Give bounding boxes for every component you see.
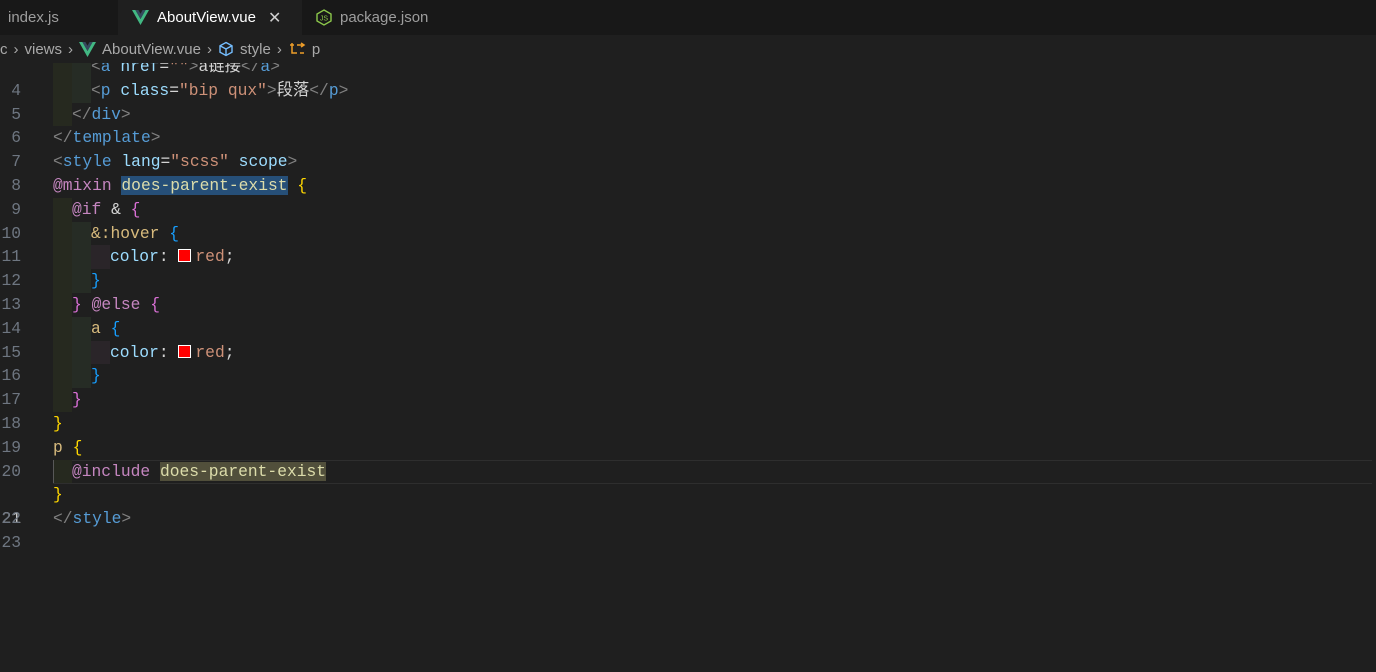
- code-text: }: [53, 414, 63, 433]
- code-line-14: 14 } @else {: [1, 293, 160, 338]
- code-line-16: 16 color: red;: [1, 340, 235, 386]
- code-text: </div>: [72, 104, 131, 124]
- color-swatch[interactable]: [178, 249, 192, 263]
- tab-label: AboutView.vue: [157, 9, 256, 26]
- symbol-selector-icon: [288, 41, 306, 57]
- code-line-4: 4 <a href="">a链接</a>: [0, 63, 1376, 100]
- code-line-5: 5 <p class="bip qux">段落</p>: [11, 78, 349, 124]
- breadcrumb: c › views › AboutView.vue › style › p: [0, 35, 1376, 63]
- code-text: <style lang="scss" scope>: [53, 152, 298, 172]
- code-text: }: [72, 390, 82, 410]
- code-line-21-current: 21 @include does-parent-exist: [0, 459, 1376, 528]
- tab-package-json[interactable]: JS package.json: [302, 0, 444, 35]
- code-line-9: 9 @mixin does-parent-exist {: [11, 176, 308, 219]
- code-line-10: 10 @if & {: [1, 197, 141, 243]
- code-text: <p class="bip qux">段落</p>: [91, 80, 349, 100]
- tab-label: index.js: [8, 9, 59, 26]
- code-line-20: 20 p {: [1, 437, 83, 481]
- chevron-right-icon: ›: [206, 40, 212, 58]
- code-line-18: 18 }: [1, 388, 82, 433]
- code-line-6: 6 </div>: [11, 102, 131, 148]
- breadcrumb-item-file[interactable]: AboutView.vue: [79, 41, 201, 58]
- code-text: } @else {: [72, 295, 160, 314]
- code-line-17: 17 }: [1, 364, 101, 410]
- code-text: }: [91, 271, 101, 291]
- close-icon[interactable]: ✕: [268, 8, 281, 28]
- code-text: p {: [53, 437, 83, 457]
- code-text: }: [53, 485, 63, 505]
- tab-bar: index.js AboutView.vue ✕ JS package.json: [0, 0, 1376, 35]
- code-editor[interactable]: 4 <a href="">a链接</a> 5 <p class="bip qux…: [0, 63, 1376, 672]
- code-text: </style>: [53, 509, 132, 529]
- code-line-22: 22 }: [1, 485, 63, 529]
- code-text: a {: [91, 318, 121, 338]
- tab-aboutview-vue[interactable]: AboutView.vue ✕: [118, 0, 302, 35]
- breadcrumb-item-src[interactable]: c: [0, 41, 8, 58]
- code-line-12: 12 color: red;: [1, 245, 235, 291]
- nodejs-icon: JS: [316, 9, 332, 26]
- breadcrumb-item-style[interactable]: style: [218, 41, 271, 58]
- svg-text:JS: JS: [320, 16, 329, 23]
- code-line-23: 23 </style>: [1, 509, 132, 552]
- code-text: }: [91, 366, 101, 386]
- vue-icon: [132, 10, 149, 25]
- chevron-right-icon: ›: [13, 40, 19, 58]
- code-text: <a href="">a链接</a>: [91, 63, 280, 76]
- code-line-8: 8 <style lang="scss" scope>: [11, 152, 298, 195]
- symbol-structure-icon: [218, 41, 234, 57]
- code-line-13: 13 }: [1, 269, 101, 314]
- tab-label: package.json: [340, 9, 429, 26]
- tab-index-js[interactable]: index.js: [0, 0, 118, 35]
- code-text: </template>: [53, 128, 161, 148]
- code-line-15: 15 a {: [1, 316, 121, 362]
- code-line-11: 11 &:hover {: [1, 221, 179, 267]
- code-text: &:hover {: [91, 223, 179, 243]
- code-line-19: 19 }: [1, 414, 63, 457]
- code-text: @mixin does-parent-exist {: [53, 176, 308, 195]
- code-text: @include does-parent-exist: [72, 461, 327, 481]
- code-text: color: red;: [110, 247, 235, 267]
- code-text: color: red;: [110, 342, 235, 362]
- vue-icon: [79, 41, 97, 57]
- code-line-7: 7 </template>: [11, 128, 161, 172]
- breadcrumb-item-p[interactable]: p: [288, 41, 320, 58]
- color-swatch[interactable]: [178, 344, 192, 358]
- chevron-right-icon: ›: [276, 40, 282, 58]
- breadcrumb-item-views[interactable]: views: [25, 41, 63, 58]
- chevron-right-icon: ›: [68, 40, 74, 58]
- code-text: @if & {: [72, 199, 141, 219]
